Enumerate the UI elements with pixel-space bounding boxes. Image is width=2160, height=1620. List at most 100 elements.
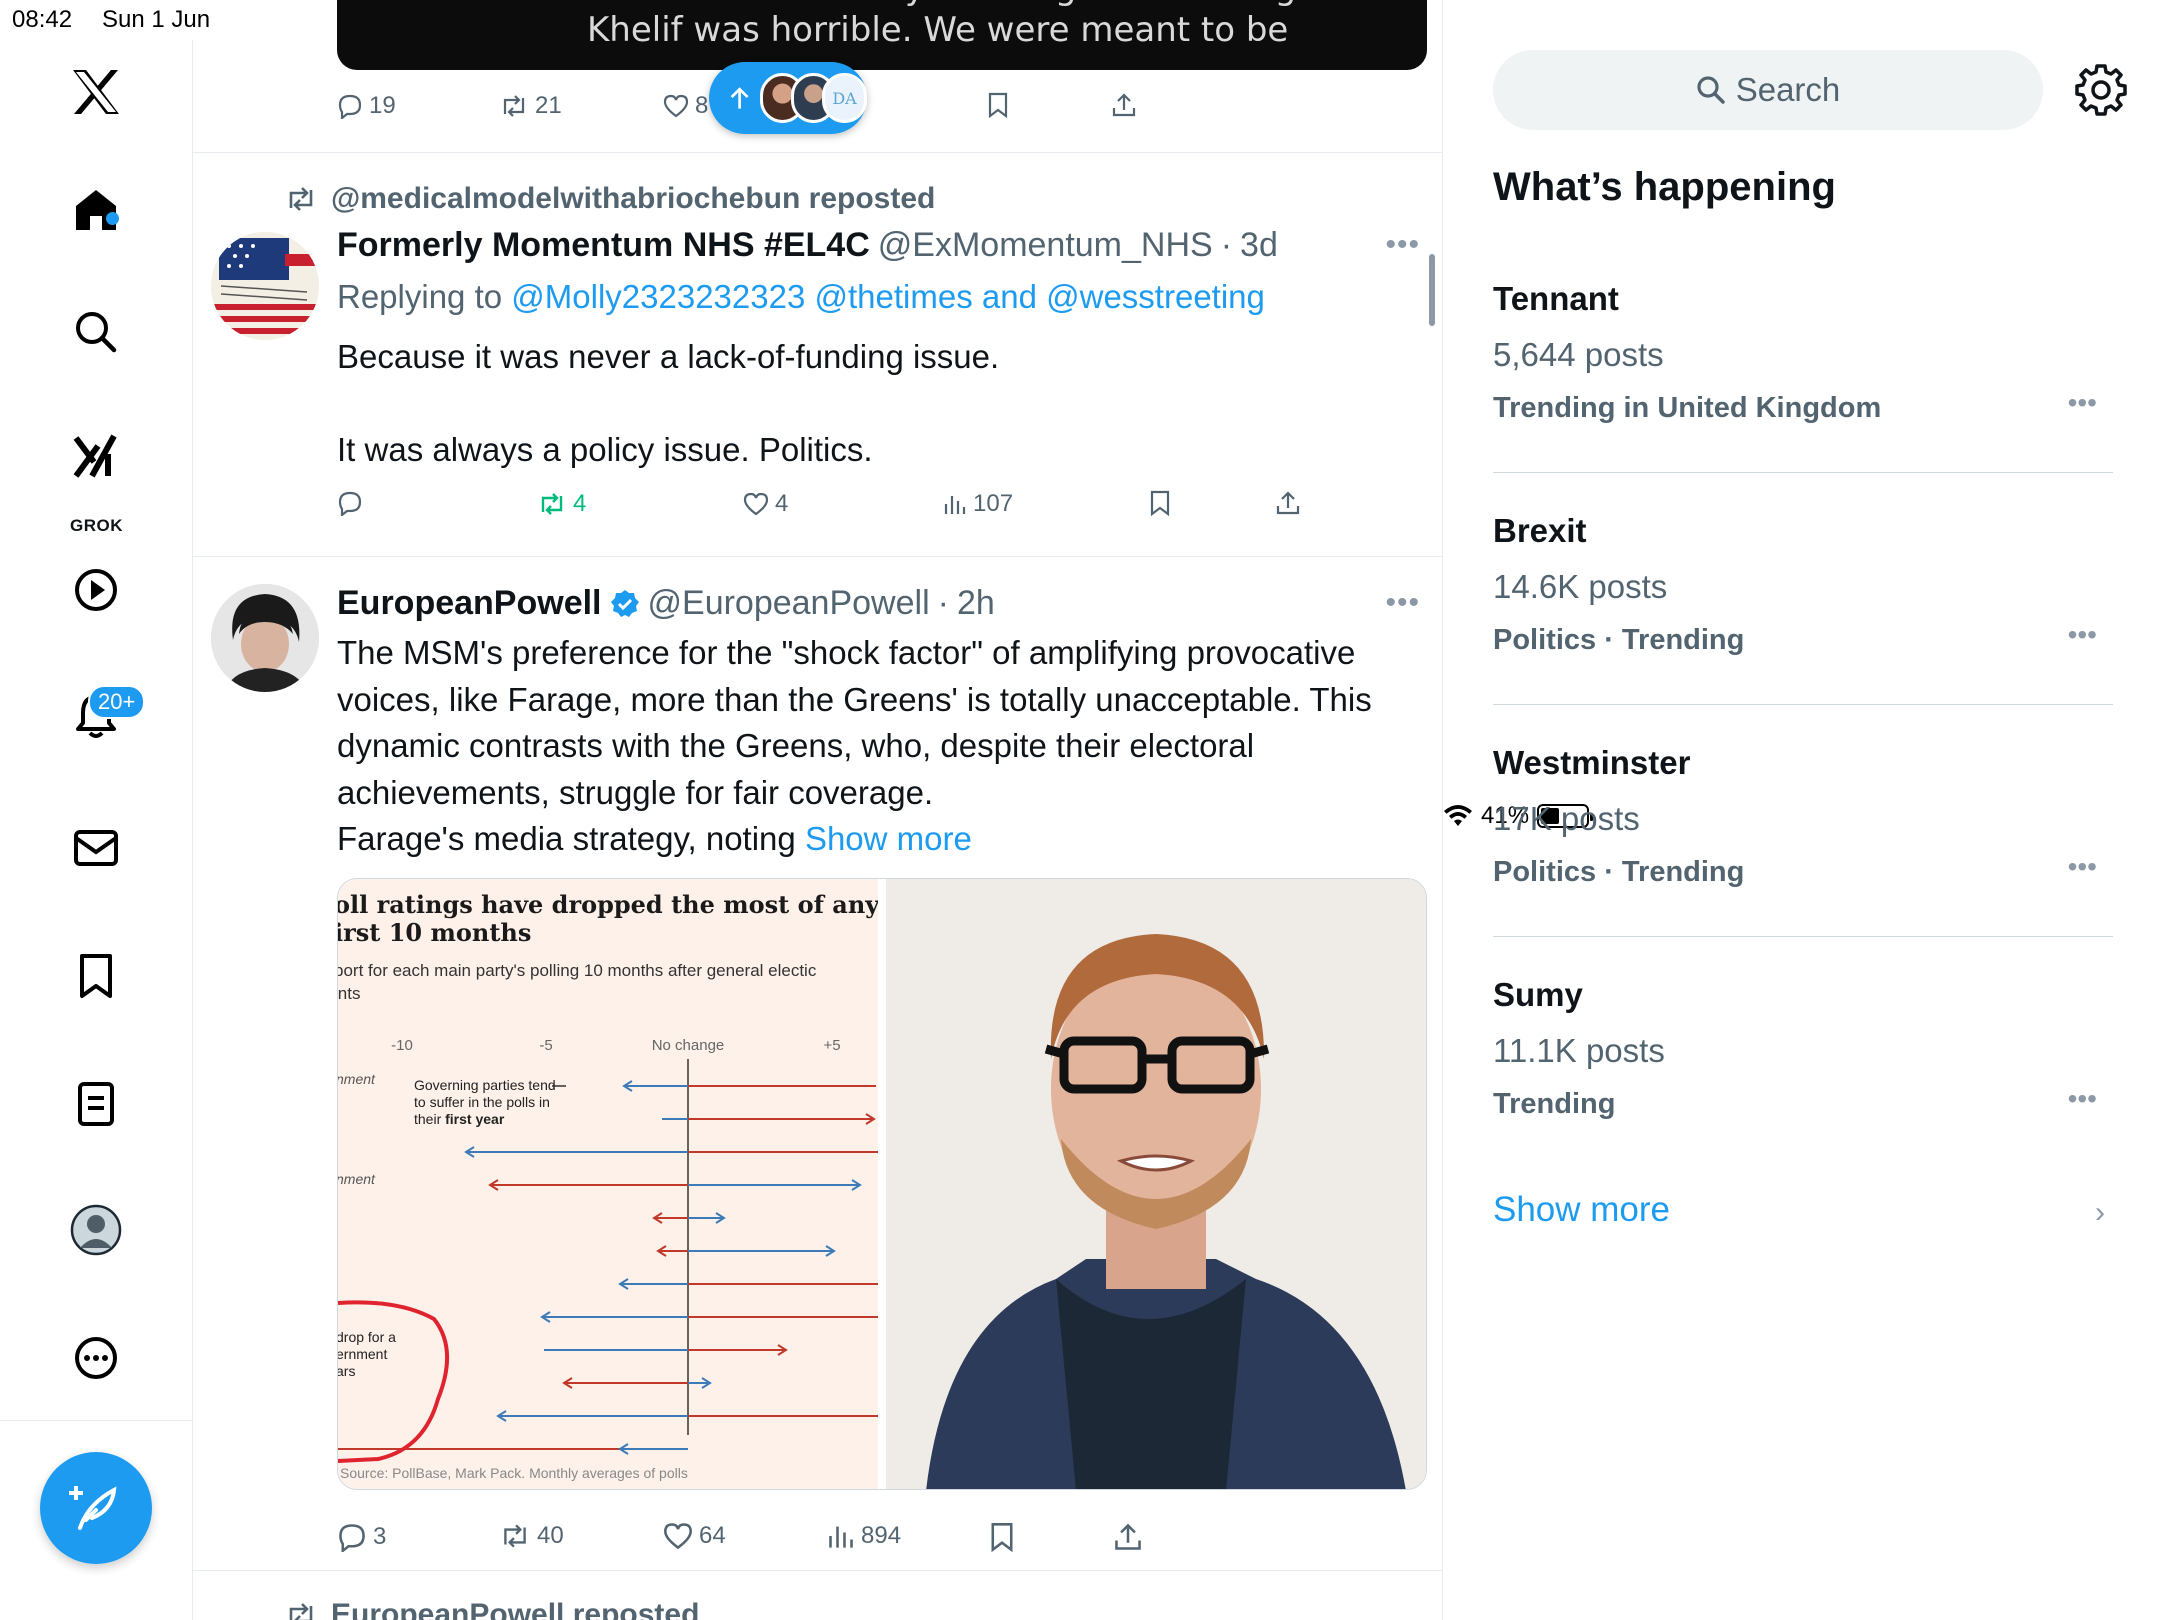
chart-arrows xyxy=(338,1059,878,1463)
repost-attribution[interactable]: EuropeanPowell reposted xyxy=(285,1598,699,1620)
mention-link[interactable]: @Molly2323232323 xyxy=(511,278,805,315)
post2-author-handle[interactable]: @EuropeanPowell xyxy=(648,584,930,623)
trend-item[interactable]: Brexit 14.6K posts Politics · Trending •… xyxy=(1493,512,2113,657)
post2-text-truncated: Farage's media strategy, noting xyxy=(337,820,796,857)
chart-annotation-line: to suffer in the polls in xyxy=(414,1094,550,1110)
heart-icon xyxy=(664,1523,692,1550)
repost-button[interactable]: 21 xyxy=(499,92,562,120)
trend-item[interactable]: Sumy 11.1K posts Trending ••• xyxy=(1493,976,2113,1121)
post1-text-line-1: Because it was never a lack-of-funding i… xyxy=(337,338,1000,375)
trend-name: Westminster xyxy=(1493,744,1691,781)
bookmark-button[interactable] xyxy=(987,92,1009,118)
post-divider xyxy=(193,556,1442,557)
video-media-bottom[interactable]: The flak I and many others got for writi… xyxy=(337,0,1427,70)
show-more-link[interactable]: Show more xyxy=(805,820,972,857)
post1-author-handle[interactable]: @ExMomentum_NHS xyxy=(878,226,1213,265)
share-button[interactable] xyxy=(1275,490,1301,516)
bookmarks-icon[interactable] xyxy=(66,946,126,1006)
post1-timestamp[interactable]: 3d xyxy=(1240,226,1278,265)
trend-separator xyxy=(1493,472,2113,473)
reply-button[interactable]: 3 xyxy=(337,1522,386,1552)
trend-context: Trending in United Kingdom xyxy=(1493,392,1882,424)
chevron-right-icon[interactable]: › xyxy=(2095,1196,2105,1230)
whats-happening-heading: What’s happening xyxy=(1493,165,1836,209)
reply-button[interactable] xyxy=(337,490,369,516)
trend-more-icon[interactable]: ••• xyxy=(2068,851,2097,883)
like-button[interactable]: 64 xyxy=(663,1522,726,1550)
post2-timestamp[interactable]: 2h xyxy=(957,584,995,623)
bookmark-button[interactable] xyxy=(989,1522,1015,1552)
share-icon xyxy=(1115,1523,1141,1550)
profile-avatar-icon[interactable] xyxy=(66,1200,126,1260)
trend-post-count: 11.1K posts xyxy=(1493,1032,1665,1069)
x-logo-icon[interactable] xyxy=(66,62,126,122)
post1-more-icon[interactable]: ••• xyxy=(1385,228,1420,262)
post2-more-icon[interactable]: ••• xyxy=(1385,586,1420,620)
verified-badge-icon xyxy=(610,589,639,617)
post1-replying-to: Replying to @Molly2323232323 @thetimes a… xyxy=(337,278,1265,316)
share-button[interactable] xyxy=(1113,1522,1143,1552)
reply-button[interactable]: 19 xyxy=(337,92,396,120)
video-caption-line-2: Khelif was horrible. We were meant to be xyxy=(587,10,1289,50)
trend-more-icon[interactable]: ••• xyxy=(2068,387,2097,419)
messages-mail-icon[interactable] xyxy=(66,818,126,878)
search-input[interactable]: Search xyxy=(1493,50,2043,130)
mention-link[interactable]: @thetimes xyxy=(815,278,973,315)
trend-item[interactable]: Tennant 5,644 posts Trending in United K… xyxy=(1493,280,2113,425)
post-divider xyxy=(193,152,1442,153)
trend-more-icon[interactable]: ••• xyxy=(2068,619,2097,651)
more-options-icon[interactable] xyxy=(66,1328,126,1388)
home-icon[interactable] xyxy=(66,180,126,240)
chart-annotation-line: drop for a xyxy=(338,1329,396,1345)
grok-label: GROK xyxy=(70,516,123,535)
like-button[interactable]: 8 xyxy=(663,92,708,120)
bookmark-icon xyxy=(991,1523,1013,1552)
repost-attribution-text: @medicalmodelwithabriochebun reposted xyxy=(331,182,936,215)
settings-gear-icon[interactable] xyxy=(2073,62,2129,118)
views-button[interactable]: 107 xyxy=(943,490,1013,518)
trend-more-icon[interactable]: ••• xyxy=(2068,1083,2097,1115)
post2-avatar[interactable] xyxy=(211,584,319,692)
compose-post-button[interactable] xyxy=(40,1452,152,1564)
new-post-avatar-3: DA xyxy=(822,73,867,123)
right-sidebar: Search What’s happening Tennant 5,644 po… xyxy=(1443,0,2160,1620)
lists-icon[interactable] xyxy=(66,1074,126,1134)
trend-item[interactable]: Westminster 17K posts Politics · Trendin… xyxy=(1493,744,2113,889)
repost-attribution-text: EuropeanPowell reposted xyxy=(331,1598,700,1620)
chart-source: Source: PollBase, Mark Pack. Monthly ave… xyxy=(340,1465,688,1481)
views-count: 894 xyxy=(861,1522,902,1549)
video-caption-line-1: The flak I and many others got for writi… xyxy=(587,0,1405,8)
bookmark-button[interactable] xyxy=(1149,490,1171,516)
bookmark-icon xyxy=(1150,490,1170,516)
chart-image[interactable]: oll ratings have dropped the most of any… xyxy=(338,879,878,1489)
trend-context: Politics · Trending xyxy=(1493,856,1745,888)
like-count: 4 xyxy=(775,490,789,517)
trend-name: Brexit xyxy=(1493,512,1587,549)
views-button[interactable]: 894 xyxy=(827,1522,901,1550)
new-posts-pill-button[interactable]: DA xyxy=(709,62,867,134)
repost-attribution[interactable]: @medicalmodelwithabriochebun reposted xyxy=(285,182,935,216)
post1-author-name[interactable]: Formerly Momentum NHS #EL4C xyxy=(337,226,870,265)
search-icon[interactable] xyxy=(66,302,126,362)
scroll-indicator[interactable] xyxy=(1429,254,1435,326)
trends-show-more-link[interactable]: Show more xyxy=(1493,1190,1670,1230)
post2-text: The MSM's preference for the "shock fact… xyxy=(337,630,1417,863)
like-button[interactable]: 4 xyxy=(743,490,788,518)
post1-avatar[interactable] xyxy=(211,232,319,340)
video-icon[interactable] xyxy=(66,560,126,620)
post2-author-name[interactable]: EuropeanPowell xyxy=(337,584,602,623)
main-timeline: The flak I and many others got for writi… xyxy=(193,0,1443,1620)
chart-annotation-bold: first year xyxy=(445,1111,505,1127)
repost-button[interactable]: 4 xyxy=(537,490,586,518)
photo-image[interactable] xyxy=(886,879,1426,1489)
chart-annotation: Governing parties tend to suffer in the … xyxy=(414,1077,556,1128)
search-placeholder: Search xyxy=(1735,71,1841,108)
share-button[interactable] xyxy=(1111,92,1137,118)
grok-icon[interactable] xyxy=(66,426,126,486)
trend-name: Tennant xyxy=(1493,280,1619,317)
repost-icon xyxy=(504,1524,526,1548)
post2-media[interactable]: oll ratings have dropped the most of any… xyxy=(337,878,1427,1490)
chart-annotation-line: their xyxy=(414,1111,442,1127)
mention-link[interactable]: @wesstreeting xyxy=(1046,278,1265,315)
repost-button[interactable]: 40 xyxy=(499,1522,564,1550)
